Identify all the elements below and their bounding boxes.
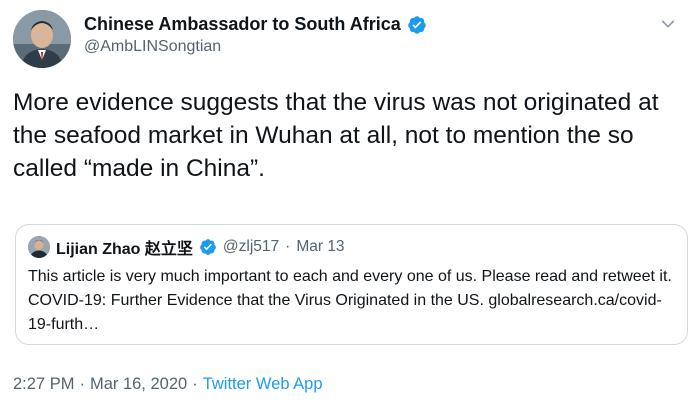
author-handle[interactable]: @AmbLINSongtian [84,38,221,56]
verified-badge-icon [199,238,217,256]
tweet-card: Chinese Ambassador to South Africa @AmbL… [0,0,700,412]
quoted-tweet-text: This article is very much important to e… [28,268,672,333]
tweet-source-app[interactable]: Twitter Web App [203,375,323,394]
quoted-separator: · [285,238,291,255]
footer-separator: · [192,375,198,393]
author-display-name[interactable]: Chinese Ambassador to South Africa [84,14,401,35]
quoted-tweet-header: Lijian Zhao 赵立坚 @zlj517 · Mar 13 [28,235,345,259]
chevron-down-icon[interactable] [658,14,678,34]
quoted-tweet[interactable]: Lijian Zhao 赵立坚 @zlj517 · Mar 13 This ar… [15,224,688,345]
tweet-date[interactable]: Mar 16, 2020 [90,375,187,394]
quoted-date: Mar 13 [296,238,345,255]
quoted-author-handle: @zlj517 [222,238,280,255]
verified-badge-icon [407,15,427,35]
tweet-text: More evidence suggests that the virus wa… [13,89,659,182]
quoted-author-avatar [28,236,50,258]
author-name-row: Chinese Ambassador to South Africa [84,14,427,35]
author-avatar[interactable] [13,10,71,68]
tweet-footer: 2:27 PM · Mar 16, 2020 · Twitter Web App [13,375,323,394]
quoted-author-display-name: Lijian Zhao 赵立坚 [56,241,193,258]
tweet-time[interactable]: 2:27 PM [13,375,74,394]
footer-separator: · [79,375,85,393]
